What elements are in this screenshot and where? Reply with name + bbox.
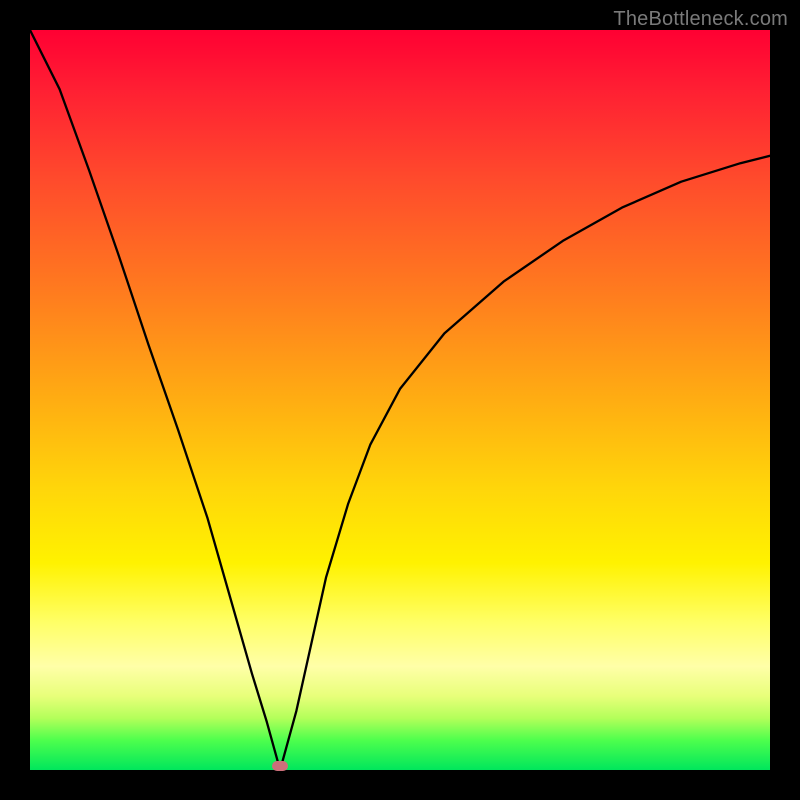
- optimal-point-marker: [272, 761, 288, 771]
- plot-area: [30, 30, 770, 770]
- chart-frame: TheBottleneck.com: [0, 0, 800, 800]
- watermark-text: TheBottleneck.com: [613, 8, 788, 31]
- bottleneck-curve: [30, 30, 770, 770]
